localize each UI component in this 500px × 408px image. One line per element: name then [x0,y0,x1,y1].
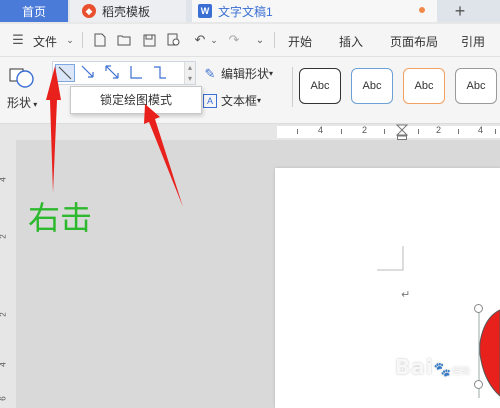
annotation-arrows [46,66,183,207]
red-arrow-icon [46,66,61,193]
watermark-logo: Bai🐾经验 [395,355,471,379]
red-arrow-icon [144,104,183,207]
